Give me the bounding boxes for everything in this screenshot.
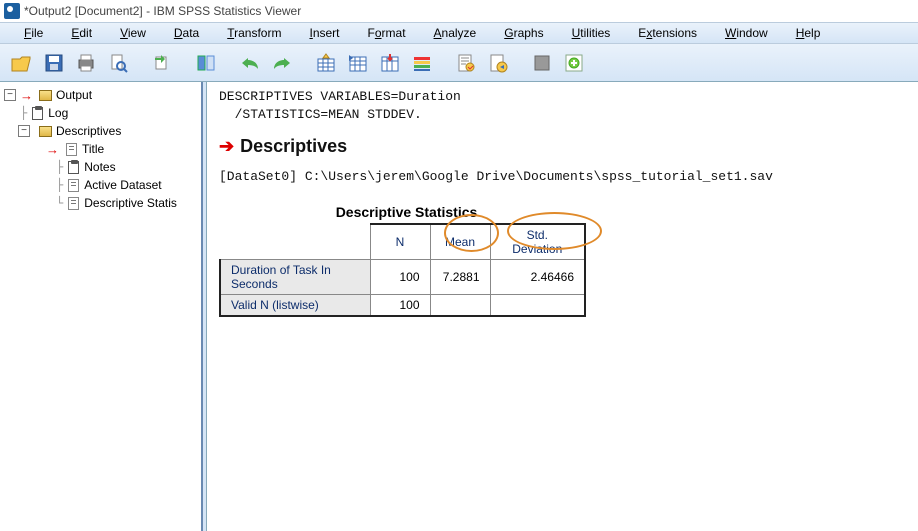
variables-button[interactable]: [376, 49, 404, 77]
notes-icon: [66, 160, 80, 174]
cell-std: [490, 295, 585, 317]
menu-data[interactable]: Data: [160, 24, 213, 42]
tree-log[interactable]: ├ Log: [4, 104, 197, 122]
col-mean: Mean: [430, 224, 490, 260]
connector-icon: ├: [56, 178, 62, 192]
tree-label: Output: [56, 88, 92, 102]
arrow-icon: →: [46, 142, 59, 157]
export-button[interactable]: [148, 49, 176, 77]
cell-n: 100: [370, 295, 430, 317]
cell-mean: [430, 295, 490, 317]
collapse-icon[interactable]: −: [4, 89, 16, 101]
menu-edit[interactable]: Edit: [57, 24, 106, 42]
cell-mean: 7.2881: [430, 260, 490, 295]
tree-label: Descriptives: [56, 124, 121, 138]
dialog-recall-button[interactable]: [192, 49, 220, 77]
tree-label: Notes: [84, 160, 115, 174]
app-icon: [4, 3, 20, 19]
open-button[interactable]: [8, 49, 36, 77]
menu-format[interactable]: Format: [354, 24, 420, 42]
select-button[interactable]: [408, 49, 436, 77]
menu-extensions[interactable]: Extensions: [624, 24, 711, 42]
run-button[interactable]: [452, 49, 480, 77]
title-icon: [64, 142, 78, 156]
menu-analyze[interactable]: Analyze: [420, 24, 491, 42]
table-row[interactable]: Duration of Task In Seconds 100 7.2881 2…: [220, 260, 585, 295]
add-button[interactable]: [560, 49, 588, 77]
designate-button[interactable]: [528, 49, 556, 77]
tree-notes[interactable]: ├ Notes: [4, 158, 197, 176]
tree-label: Title: [82, 142, 104, 156]
col-n: N: [370, 224, 430, 260]
connector-icon: ├: [56, 160, 62, 174]
print-button[interactable]: [72, 49, 100, 77]
stats-table-wrap: Descriptive Statistics N Mean Std. Devia…: [219, 204, 594, 317]
menu-transform[interactable]: Transform: [213, 24, 295, 42]
menu-help[interactable]: Help: [782, 24, 835, 42]
menu-view[interactable]: View: [106, 24, 160, 42]
collapse-icon[interactable]: −: [18, 125, 30, 137]
tree-title[interactable]: → Title: [4, 140, 197, 158]
tree-output[interactable]: − → Output: [4, 86, 197, 104]
tree-label: Log: [48, 106, 68, 120]
tree-descriptive-stats[interactable]: └ Descriptive Statis: [4, 194, 197, 212]
redo-button[interactable]: [268, 49, 296, 77]
menu-file[interactable]: File: [10, 24, 57, 42]
toolbar: [0, 44, 918, 82]
outline-pane[interactable]: − → Output ├ Log − Descriptives →: [0, 82, 203, 531]
stats-title: Descriptive Statistics: [219, 204, 594, 220]
tree-label: Descriptive Statis: [84, 196, 177, 210]
run-selection-button[interactable]: [484, 49, 512, 77]
title-bar: *Output2 [Document2] - IBM SPSS Statisti…: [0, 0, 918, 22]
connector-icon: └: [56, 196, 62, 210]
main-area: − → Output ├ Log − Descriptives →: [0, 82, 918, 531]
row-label: Duration of Task In Seconds: [220, 260, 370, 295]
menu-graphs[interactable]: Graphs: [490, 24, 557, 42]
arrow-icon: →: [20, 88, 33, 103]
goto-data-button[interactable]: [312, 49, 340, 77]
menu-insert[interactable]: Insert: [295, 24, 353, 42]
section-header[interactable]: ➔ Descriptives: [219, 136, 906, 157]
dataset-path[interactable]: [DataSet0] C:\Users\jerem\Google Drive\D…: [219, 169, 906, 184]
cell-std: 2.46466: [490, 260, 585, 295]
syntax-block[interactable]: DESCRIPTIVES VARIABLES=Duration /STATIST…: [219, 88, 906, 124]
tree-descriptives[interactable]: − Descriptives: [4, 122, 197, 140]
tree-label: Active Dataset: [84, 178, 161, 192]
outline-tree[interactable]: − → Output ├ Log − Descriptives →: [0, 82, 201, 216]
log-icon: [30, 106, 44, 120]
menu-bar: File Edit View Data Transform Insert For…: [0, 22, 918, 44]
menu-window[interactable]: Window: [711, 24, 782, 42]
menu-utilities[interactable]: Utilities: [558, 24, 625, 42]
goto-case-button[interactable]: [344, 49, 372, 77]
col-std: Std. Deviation: [490, 224, 585, 260]
cell-n: 100: [370, 260, 430, 295]
arrow-icon: ➔: [219, 136, 234, 157]
section-title: Descriptives: [240, 136, 347, 157]
book-icon: [38, 88, 52, 102]
dataset-icon: [66, 178, 80, 192]
window-title: *Output2 [Document2] - IBM SPSS Statisti…: [24, 4, 301, 18]
descriptive-stats-table[interactable]: N Mean Std. Deviation Duration of Task I…: [219, 223, 586, 317]
row-label: Valid N (listwise): [220, 295, 370, 317]
undo-button[interactable]: [236, 49, 264, 77]
save-button[interactable]: [40, 49, 68, 77]
connector-icon: ├: [20, 106, 26, 120]
output-pane[interactable]: DESCRIPTIVES VARIABLES=Duration /STATIST…: [207, 82, 918, 531]
table-row[interactable]: Valid N (listwise) 100: [220, 295, 585, 317]
table-icon: [66, 196, 80, 210]
tree-active-dataset[interactable]: ├ Active Dataset: [4, 176, 197, 194]
print-preview-button[interactable]: [104, 49, 132, 77]
book-icon: [38, 124, 52, 138]
